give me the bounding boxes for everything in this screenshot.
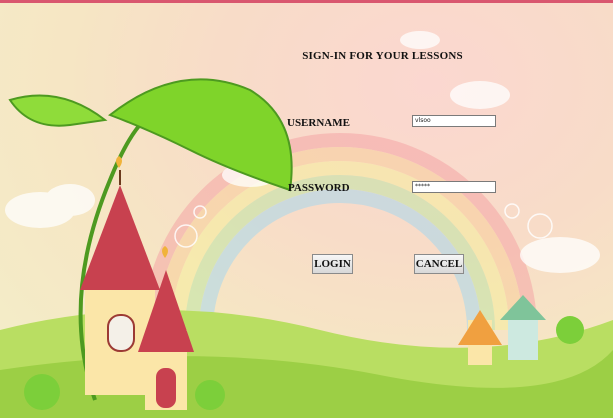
password-label: PASSWORD <box>288 182 350 194</box>
password-input[interactable] <box>412 181 496 193</box>
rainbow <box>143 133 537 331</box>
username-input[interactable] <box>412 115 496 127</box>
small-leaf <box>8 94 108 127</box>
login-screen: SIGN-IN FOR YOUR LESSONS USERNAME PASSWO… <box>0 0 613 418</box>
cancel-button[interactable]: CANCEL <box>414 254 464 274</box>
login-button[interactable]: LOGIN <box>312 254 353 274</box>
big-leaf <box>107 78 293 192</box>
username-label: USERNAME <box>287 117 350 129</box>
background-illustration <box>0 31 613 418</box>
form-title: SIGN-IN FOR YOUR LESSONS <box>302 50 463 62</box>
